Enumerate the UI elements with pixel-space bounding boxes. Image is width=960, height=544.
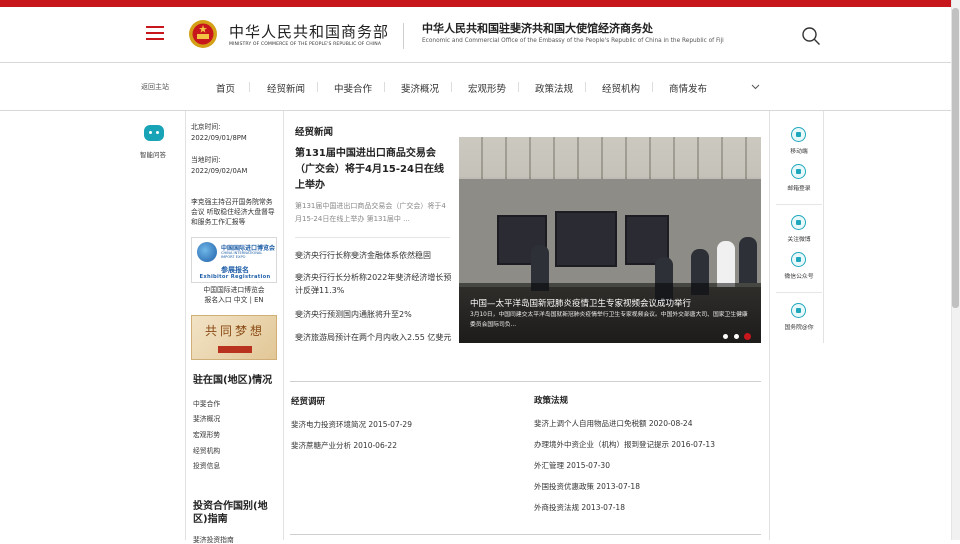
column-divider: [823, 111, 824, 343]
site-header: 中华人民共和国商务部 MINISTRY OF COMMERCE OF THE P…: [0, 7, 951, 63]
section-divider: [290, 534, 761, 535]
video-screen: [555, 211, 617, 267]
news-item[interactable]: 斐济央行行长分析称2022年斐济经济增长预计反弹11.3%: [295, 271, 455, 297]
sidebar-separator: [776, 204, 822, 205]
nav-trade-institutions[interactable]: 经贸机构: [602, 81, 640, 95]
dream-text: 共同梦想: [204, 324, 265, 338]
mobile-icon[interactable]: [791, 127, 806, 142]
trade-research-item[interactable]: 斐济电力投资环境简况 2015-07-29: [291, 419, 412, 430]
news-item[interactable]: 斐济旅游局预计在两个月内收入2.55 亿斐元: [295, 331, 455, 344]
top-red-bar: [0, 0, 960, 7]
region-link[interactable]: 中斐合作: [193, 398, 220, 408]
region-link[interactable]: 投资信息: [193, 460, 220, 470]
nav-separator: [249, 82, 250, 92]
policies-heading[interactable]: 政策法规: [534, 394, 568, 406]
nav-separator: [384, 82, 385, 92]
section-divider: [290, 381, 761, 382]
expo-globe-icon: [197, 242, 217, 262]
at-icon[interactable]: [791, 303, 806, 318]
scrollbar-thumb[interactable]: [952, 8, 959, 308]
nav-china-fiji-cooperation[interactable]: 中斐合作: [334, 81, 372, 95]
assistant-robot-icon[interactable]: [144, 125, 164, 141]
slide-caption-title[interactable]: 中国—太平洋岛国新冠肺炎疫情卫生专家视频会议成功举行: [470, 297, 691, 309]
chevron-down-icon[interactable]: [751, 82, 760, 91]
region-link[interactable]: 宏观形势: [193, 429, 220, 439]
ministry-name-en: MINISTRY OF COMMERCE OF THE PEOPLE'S REP…: [229, 42, 382, 47]
slide-dot[interactable]: [723, 334, 728, 339]
policy-item[interactable]: 外国投资优惠政策 2013-07-18: [534, 481, 640, 492]
nav-separator: [652, 82, 653, 92]
nav-separator: [518, 82, 519, 92]
slide-dot[interactable]: [734, 334, 739, 339]
region-link[interactable]: 斐济概况: [193, 413, 220, 423]
news-item[interactable]: 斐济央行预测国内通胀将升至2%: [295, 308, 455, 321]
news-heading[interactable]: 经贸新闻: [295, 124, 333, 138]
header-divider: [403, 23, 404, 49]
trade-research-item[interactable]: 斐济蔗糖产业分析 2010-06-22: [291, 440, 397, 451]
local-time-value: 2022/09/02/0AM: [191, 167, 248, 175]
beijing-time-label: 北京时间:: [191, 123, 221, 131]
policy-item[interactable]: 外商投资法规 2013-07-18: [534, 502, 625, 513]
main-nav: 返回主站 首页 经贸新闻 中斐合作 斐济概况 宏观形势 政策法规 经贸机构 商情…: [0, 63, 951, 111]
wechat-label[interactable]: 微信公众号: [776, 271, 822, 280]
region-link[interactable]: 经贸机构: [193, 445, 220, 455]
policy-item[interactable]: 外汇管理 2015-07-30: [534, 460, 610, 471]
nav-trade-news[interactable]: 经贸新闻: [267, 81, 305, 95]
wechat-icon[interactable]: [791, 252, 806, 267]
mobile-label[interactable]: 移动端: [776, 146, 822, 155]
guide-link[interactable]: 斐济投资指南: [193, 534, 234, 544]
office-name-en: Economic and Commercial Office of the Em…: [422, 38, 724, 44]
office-name-cn: 中华人民共和国驻斐济共和国大使馆经济商务处: [422, 22, 653, 35]
state-council-label[interactable]: 国务院@你: [776, 322, 822, 331]
expo-register-links[interactable]: 报名入口 中文 | EN: [191, 295, 277, 306]
search-icon[interactable]: [801, 26, 821, 46]
featured-separator: [295, 237, 450, 238]
mail-icon[interactable]: [791, 164, 806, 179]
news-item[interactable]: 斐济央行行长称斐济金融体系依然稳固: [295, 249, 455, 262]
expo-name-en: CHINA INTERNATIONAL IMPORT EXPO: [221, 251, 263, 259]
back-home-link[interactable]: 返回主站: [141, 82, 169, 92]
column-divider: [769, 111, 770, 540]
column-divider: [283, 111, 284, 540]
menu-icon[interactable]: [146, 26, 164, 40]
dream-seal: [218, 346, 252, 353]
slide-caption-desc: 3月10日，中国同建交太平洋岛国就新冠肺炎疫情举行卫生专家视频会议。中国外交部唐…: [470, 312, 748, 328]
policy-item[interactable]: 办理境外中资企业（机构）报到登记提示 2016-07-13: [534, 439, 715, 450]
region-section-title: 驻在国(地区)情况: [193, 375, 273, 386]
nav-separator: [317, 82, 318, 92]
guide-section-title: 投资合作国别(地区)指南: [193, 501, 268, 525]
beijing-time-value: 2022/09/01/8PM: [191, 134, 247, 142]
mail-label[interactable]: 邮箱登录: [776, 183, 822, 192]
nav-fiji-overview[interactable]: 斐济概况: [401, 81, 439, 95]
nav-business-info[interactable]: 商情发布: [669, 81, 707, 95]
headline-link[interactable]: 李克强主持召开国务院常务会议 听取稳住经济大盘督导和服务工作汇报等: [191, 197, 279, 227]
nav-separator: [451, 82, 452, 92]
trade-research-heading[interactable]: 经贸调研: [291, 395, 325, 407]
expo-banner[interactable]: 中国国际进口博览会 CHINA INTERNATIONAL IMPORT EXP…: [191, 237, 277, 283]
national-emblem-icon: [189, 20, 217, 48]
nav-home[interactable]: 首页: [216, 81, 235, 95]
featured-news-desc: 第131届中国进出口商品交易会（广交会）将于4月15-24日在线上举办 第131…: [295, 202, 446, 223]
nav-macro-situation[interactable]: 宏观形势: [468, 81, 506, 95]
slide-dot-active[interactable]: [744, 333, 751, 340]
policy-item[interactable]: 斐济上调个人自用物品进口免税额 2020-08-24: [534, 418, 692, 429]
column-divider: [185, 111, 186, 540]
sidebar-separator: [776, 292, 822, 293]
expo-register-en: Exhibitor Registration: [199, 274, 271, 280]
nav-policies[interactable]: 政策法规: [535, 81, 573, 95]
local-time-label: 当地时间:: [191, 156, 221, 164]
weibo-icon[interactable]: [791, 215, 806, 230]
nav-separator: [585, 82, 586, 92]
ministry-name-cn[interactable]: 中华人民共和国商务部: [229, 21, 389, 42]
scrollbar[interactable]: [951, 0, 960, 540]
common-dream-banner[interactable]: 共同梦想: [191, 315, 277, 360]
featured-news-title[interactable]: 第131届中国进出口商品交易会（广交会）将于4月15-24日在线上举办: [295, 146, 453, 194]
assistant-label[interactable]: 智能问答: [140, 149, 166, 159]
weibo-label[interactable]: 关注微博: [776, 234, 822, 243]
